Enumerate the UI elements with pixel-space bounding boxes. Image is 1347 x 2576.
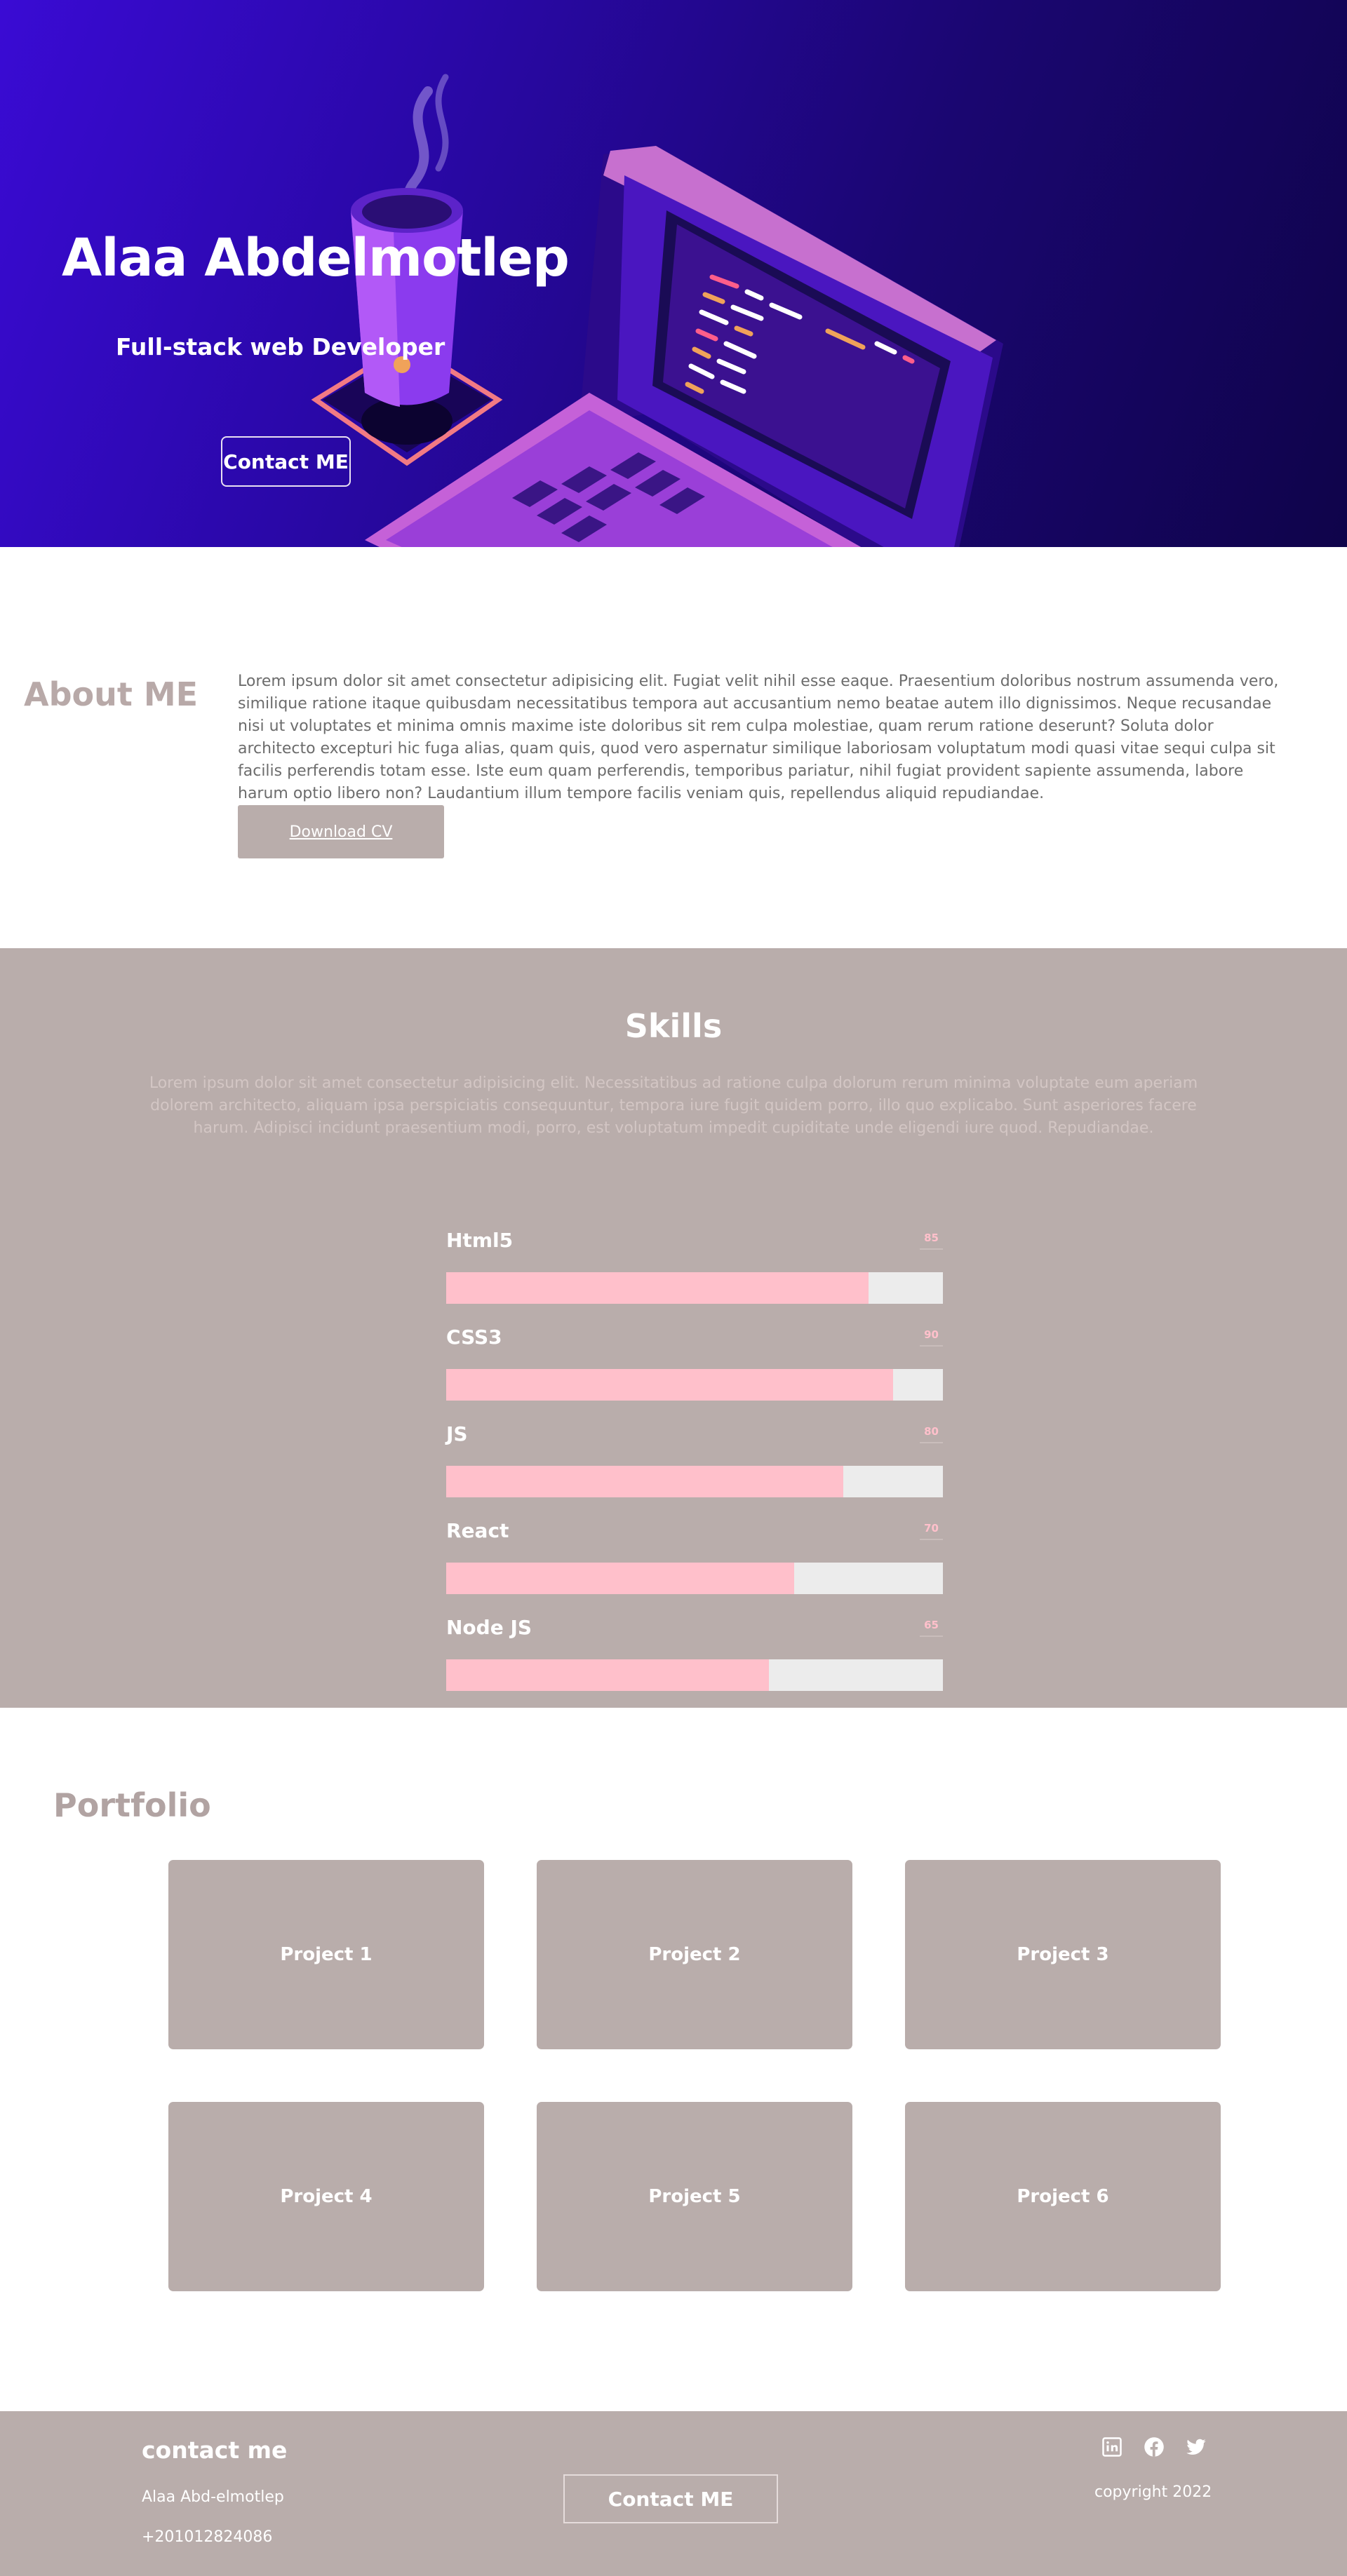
copyright-text: copyright 2022 bbox=[1094, 2483, 1212, 2501]
skill-percent: 65 bbox=[920, 1619, 943, 1637]
skill-name: Html5 bbox=[446, 1229, 514, 1252]
skill-name: CSS3 bbox=[446, 1326, 502, 1349]
project-card[interactable]: Project 6 bbox=[905, 2102, 1221, 2291]
skill-progress-track bbox=[446, 1466, 943, 1497]
about-section: About ME Lorem ipsum dolor sit amet cons… bbox=[0, 547, 1347, 948]
skill-progress-track bbox=[446, 1272, 943, 1304]
footer-heading: contact me bbox=[142, 2436, 288, 2464]
social-links bbox=[1101, 2436, 1207, 2457]
skills-description: Lorem ipsum dolor sit amet consectetur a… bbox=[149, 1074, 1198, 1137]
project-card[interactable]: Project 4 bbox=[168, 2102, 484, 2291]
facebook-icon[interactable] bbox=[1144, 2436, 1165, 2457]
skill-name: Node JS bbox=[446, 1616, 532, 1639]
twitter-icon[interactable] bbox=[1186, 2436, 1207, 2457]
skill-percent: 90 bbox=[920, 1328, 943, 1347]
skill-name: JS bbox=[446, 1422, 468, 1445]
project-card[interactable]: Project 3 bbox=[905, 1860, 1221, 2049]
project-card[interactable]: Project 2 bbox=[537, 1860, 852, 2049]
hero-section: Alaa Abdelmotlep Full-stack web Develope… bbox=[0, 0, 1347, 547]
skill-progress-track bbox=[446, 1659, 943, 1691]
about-title: About ME bbox=[24, 675, 199, 713]
skill-name: React bbox=[446, 1519, 509, 1542]
footer-phone: +201012824086 bbox=[142, 2528, 273, 2546]
skill-progress-fill bbox=[446, 1659, 770, 1691]
hero-contact-button[interactable]: Contact ME bbox=[221, 436, 351, 487]
project-card[interactable]: Project 1 bbox=[168, 1860, 484, 2049]
footer-name: Alaa Abd-elmotlep bbox=[142, 2488, 284, 2506]
skill-progress-fill bbox=[446, 1369, 894, 1401]
project-card[interactable]: Project 5 bbox=[537, 2102, 852, 2291]
skill-percent: 85 bbox=[920, 1232, 943, 1250]
skill-progress-track bbox=[446, 1563, 943, 1594]
footer-contact-button[interactable]: Contact ME bbox=[563, 2474, 778, 2523]
linkedin-icon[interactable] bbox=[1101, 2436, 1122, 2457]
portfolio-section: Portfolio Project 1 Project 2 Project 3 … bbox=[0, 1708, 1347, 2411]
skill-progress-fill bbox=[446, 1466, 844, 1497]
laptop-coffee-illustration bbox=[311, 74, 1003, 547]
skills-title: Skills bbox=[624, 1007, 723, 1045]
skill-progress-fill bbox=[446, 1563, 794, 1594]
hero-subtitle: Full-stack web Developer bbox=[116, 333, 445, 360]
download-cv-button[interactable]: Download CV bbox=[238, 805, 444, 858]
portfolio-title: Portfolio bbox=[53, 1786, 211, 1824]
skill-percent: 80 bbox=[920, 1425, 943, 1443]
hero-title: Alaa Abdelmotlep bbox=[62, 228, 570, 288]
skills-section: Skills Lorem ipsum dolor sit amet consec… bbox=[0, 948, 1347, 1708]
skill-progress-fill bbox=[446, 1272, 869, 1304]
about-text: Lorem ipsum dolor sit amet consectetur a… bbox=[238, 673, 1279, 802]
skill-percent: 70 bbox=[920, 1522, 943, 1540]
footer: contact me Alaa Abd-elmotlep +2010128240… bbox=[0, 2411, 1347, 2576]
skill-progress-track bbox=[446, 1369, 943, 1401]
